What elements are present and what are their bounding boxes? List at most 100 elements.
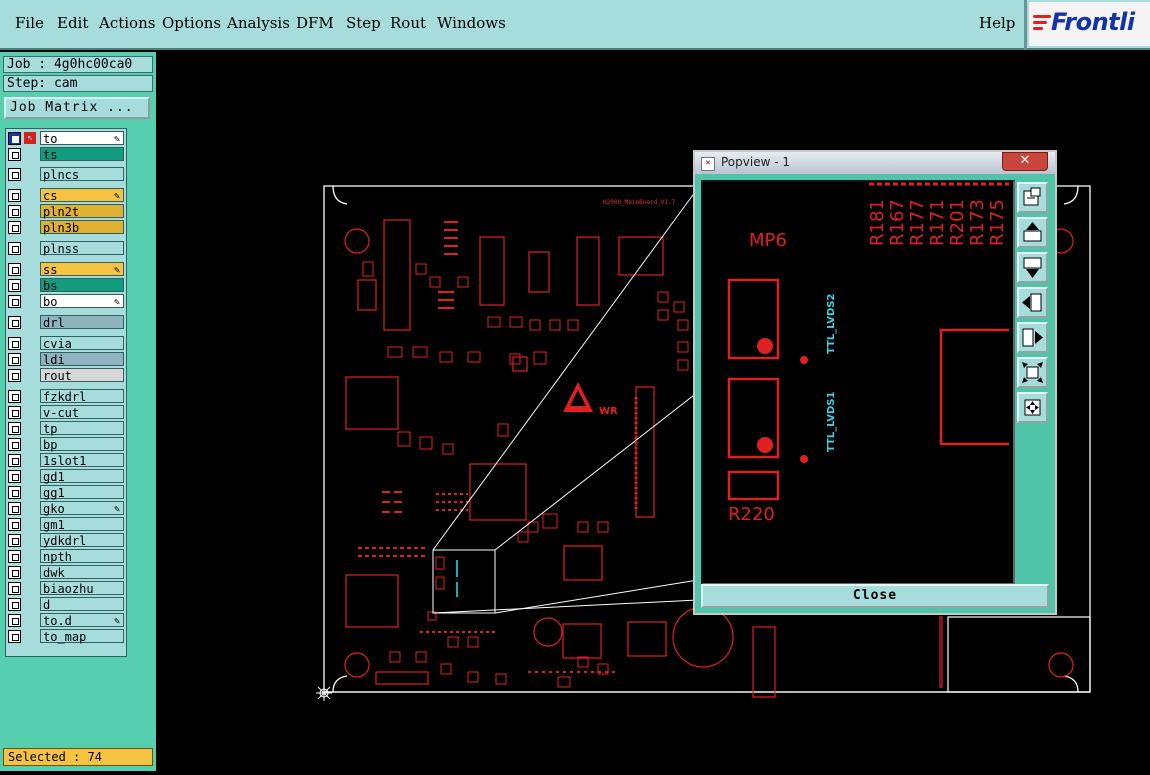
- layer-checkbox[interactable]: [8, 614, 21, 627]
- layer-name[interactable]: tp: [40, 421, 124, 436]
- layer-checkbox[interactable]: [8, 582, 21, 595]
- popview-titlebar[interactable]: ✕ Popview - 1 ✕: [695, 152, 1055, 174]
- layer-row-d[interactable]: d: [6, 597, 126, 612]
- layer-checkbox[interactable]: [8, 454, 21, 467]
- layer-name[interactable]: rout: [40, 368, 124, 383]
- layer-row-1slot1[interactable]: 1slot1: [6, 453, 126, 468]
- zoom-window-icon[interactable]: [1017, 182, 1048, 213]
- layer-row-ydkdrl[interactable]: ydkdrl: [6, 533, 126, 548]
- layer-row-plnss[interactable]: plnss: [6, 241, 126, 256]
- layer-checkbox[interactable]: [8, 263, 21, 276]
- layer-row-biaozhu[interactable]: biaozhu: [6, 581, 126, 596]
- layer-name[interactable]: npth: [40, 549, 124, 564]
- layer-row-gg1[interactable]: gg1: [6, 485, 126, 500]
- layer-row-ldi[interactable]: ldi: [6, 352, 126, 367]
- layer-row-cvia[interactable]: cvia: [6, 336, 126, 351]
- layer-checkbox[interactable]: [8, 518, 21, 531]
- job-matrix-button[interactable]: Job Matrix ...: [4, 97, 150, 119]
- layer-checkbox[interactable]: [8, 598, 21, 611]
- layer-name[interactable]: gm1: [40, 517, 124, 532]
- layer-name[interactable]: cs ✎: [40, 188, 124, 203]
- layer-checkbox[interactable]: [8, 189, 21, 202]
- layer-row-drl[interactable]: drl: [6, 315, 126, 330]
- layer-name[interactable]: to ✎: [40, 131, 124, 146]
- layer-name[interactable]: v-cut: [40, 405, 124, 420]
- layer-row-bp[interactable]: bp: [6, 437, 126, 452]
- popview-viewport[interactable]: MP6 R220 TTL_LVDS1 TTL_LVDS2 R181 R167 R17…: [701, 180, 1015, 585]
- pan-up-icon[interactable]: [1017, 217, 1048, 248]
- menu-file[interactable]: File: [15, 14, 44, 32]
- layer-checkbox[interactable]: [8, 422, 21, 435]
- layer-name[interactable]: drl: [40, 315, 124, 330]
- menu-step[interactable]: Step: [346, 14, 381, 32]
- layer-checkbox[interactable]: [8, 406, 21, 419]
- pan-down-icon[interactable]: [1017, 252, 1048, 283]
- layer-row-gm1[interactable]: gm1: [6, 517, 126, 532]
- layer-checkbox[interactable]: [8, 390, 21, 403]
- layer-row-to-map[interactable]: to_map: [6, 629, 126, 644]
- layer-checkbox[interactable]: [8, 295, 21, 308]
- menu-options[interactable]: Options: [162, 14, 221, 32]
- menu-actions[interactable]: Actions: [99, 14, 155, 32]
- menu-windows[interactable]: Windows: [437, 14, 506, 32]
- layer-name[interactable]: dwk: [40, 565, 124, 580]
- layer-name[interactable]: to_map: [40, 629, 124, 644]
- layer-row-bs[interactable]: bs: [6, 278, 126, 293]
- zoom-out-icon[interactable]: [1017, 357, 1048, 388]
- layer-name[interactable]: cvia: [40, 336, 124, 351]
- menu-dfm[interactable]: DFM: [296, 14, 334, 32]
- layer-row-cs[interactable]: cs ✎: [6, 188, 126, 203]
- layer-checkbox[interactable]: [8, 337, 21, 350]
- layer-name[interactable]: ss ✎: [40, 262, 124, 277]
- layer-name[interactable]: bo ✎: [40, 294, 124, 309]
- layer-row-npth[interactable]: npth: [6, 549, 126, 564]
- layer-name[interactable]: biaozhu: [40, 581, 124, 596]
- layer-name[interactable]: pln3b: [40, 220, 124, 235]
- pan-right-icon[interactable]: [1017, 322, 1048, 353]
- layer-row-gko[interactable]: gko ✎: [6, 501, 126, 516]
- layer-row-rout[interactable]: rout: [6, 368, 126, 383]
- menu-analysis[interactable]: Analysis: [227, 14, 290, 32]
- layer-checkbox[interactable]: [8, 353, 21, 366]
- layer-row-bo[interactable]: bo ✎: [6, 294, 126, 309]
- layer-row-fzkdrl[interactable]: fzkdrl: [6, 389, 126, 404]
- layer-row-ss[interactable]: ss ✎: [6, 262, 126, 277]
- zoom-in-icon[interactable]: [1017, 392, 1048, 423]
- layer-checkbox[interactable]: [8, 132, 21, 145]
- layer-name[interactable]: pln2t: [40, 204, 124, 219]
- layer-checkbox[interactable]: [8, 486, 21, 499]
- layer-name[interactable]: fzkdrl: [40, 389, 124, 404]
- layer-checkbox[interactable]: [8, 168, 21, 181]
- layer-name[interactable]: bp: [40, 437, 124, 452]
- pan-left-icon[interactable]: [1017, 287, 1048, 318]
- layer-name[interactable]: ts: [40, 147, 124, 162]
- layer-checkbox[interactable]: [8, 221, 21, 234]
- layer-checkbox[interactable]: [8, 279, 21, 292]
- layer-name[interactable]: gd1: [40, 469, 124, 484]
- layer-checkbox[interactable]: [8, 550, 21, 563]
- layer-name[interactable]: 1slot1: [40, 453, 124, 468]
- layer-checkbox[interactable]: [8, 566, 21, 579]
- close-button[interactable]: Close: [701, 584, 1049, 608]
- layer-row-v-cut[interactable]: v-cut: [6, 405, 126, 420]
- layer-checkbox[interactable]: [8, 242, 21, 255]
- layer-checkbox[interactable]: [8, 369, 21, 382]
- layer-row-to[interactable]: ↖ to ✎: [6, 131, 126, 146]
- layer-name[interactable]: gg1: [40, 485, 124, 500]
- menu-help[interactable]: Help: [979, 14, 1015, 32]
- layer-name[interactable]: plnss: [40, 241, 124, 256]
- layer-row-tp[interactable]: tp: [6, 421, 126, 436]
- layer-checkbox[interactable]: [8, 534, 21, 547]
- layer-name[interactable]: d: [40, 597, 124, 612]
- layer-checkbox[interactable]: [8, 630, 21, 643]
- layer-name[interactable]: plncs: [40, 167, 124, 182]
- window-close-icon[interactable]: ✕: [1002, 152, 1048, 171]
- layer-row-ts[interactable]: ts: [6, 147, 126, 162]
- layer-row-to-d[interactable]: to.d ✎: [6, 613, 126, 628]
- layer-name[interactable]: ydkdrl: [40, 533, 124, 548]
- layer-name[interactable]: to.d ✎: [40, 613, 124, 628]
- layer-row-gd1[interactable]: gd1: [6, 469, 126, 484]
- layer-checkbox[interactable]: [8, 205, 21, 218]
- layer-checkbox[interactable]: [8, 470, 21, 483]
- layer-checkbox[interactable]: [8, 502, 21, 515]
